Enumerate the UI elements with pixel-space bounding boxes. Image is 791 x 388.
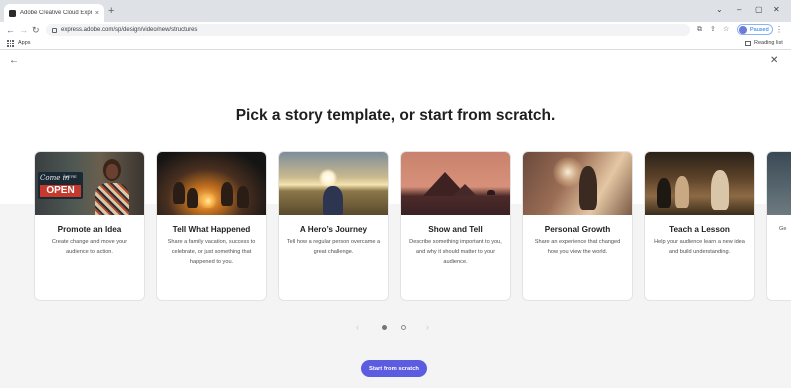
card-image	[767, 152, 791, 215]
hero-figure	[323, 186, 343, 215]
card-image	[157, 152, 266, 215]
card-image	[279, 152, 388, 215]
card-title: Teach a Lesson	[669, 225, 730, 234]
template-card-tell-what-happened[interactable]: Tell What Happened Share a family vacati…	[156, 151, 267, 301]
minimize-icon[interactable]: –	[737, 5, 741, 15]
browser-forward-icon[interactable]: →	[19, 24, 28, 36]
card-image	[523, 152, 632, 215]
carousel-prev-icon[interactable]: ‹	[356, 321, 359, 333]
carousel-dot[interactable]	[401, 325, 406, 330]
woman-figure	[95, 157, 129, 215]
card-title: Personal Growth	[544, 225, 611, 234]
browser-tabstrip: Adobe Creative Cloud Express × + ⌄ – ▢ ✕	[0, 0, 791, 22]
close-icon[interactable]: ✕	[770, 55, 778, 67]
carousel-next-icon[interactable]: ›	[426, 321, 429, 333]
star-icon[interactable]: ☆	[723, 25, 729, 35]
screen-share-icon[interactable]: ⧉	[697, 25, 702, 35]
browser-toolbar: ← → ↻ express.adobe.com/sp/design/video/…	[0, 22, 791, 38]
carousel-pagination: ‹ ›	[356, 321, 432, 333]
campfire	[199, 194, 217, 208]
maximize-icon[interactable]: ▢	[755, 5, 763, 15]
card-description: Share a family vacation, success to cele…	[167, 239, 256, 265]
card-description: Describe something important to you, and…	[409, 239, 502, 265]
page-content: ← ✕ Pick a story template, or start from…	[0, 51, 791, 388]
card-description: Tell how a regular person overcame a gre…	[286, 239, 381, 255]
browser-menu-icon[interactable]: ⋮	[775, 25, 783, 35]
template-card-show-and-tell[interactable]: Show and Tell Describe something importa…	[400, 151, 511, 301]
tab-search-icon[interactable]: ⌄	[716, 5, 723, 15]
template-card-teach-a-lesson[interactable]: Teach a Lesson Help your audience learn …	[644, 151, 755, 301]
browser-back-icon[interactable]: ←	[6, 24, 15, 36]
tab-close-icon[interactable]: ×	[95, 10, 99, 17]
card-title: A Hero’s Journey	[299, 225, 368, 234]
bookmarks-bar: Apps Reading list	[0, 38, 791, 50]
url-text: express.adobe.com/sp/design/video/new/st…	[61, 27, 198, 33]
arrow-left-icon[interactable]: ←	[9, 55, 19, 67]
sun	[319, 169, 337, 187]
window-close-icon[interactable]: ✕	[773, 5, 780, 15]
reading-list-button[interactable]: Reading list	[745, 40, 783, 46]
reload-icon[interactable]: ↻	[32, 24, 40, 36]
lock-icon	[52, 27, 57, 33]
avatar	[739, 25, 747, 34]
template-card-partial[interactable]: Ge	[766, 151, 791, 301]
card-description: Ge	[779, 226, 787, 232]
profile-label: Paused	[750, 26, 769, 33]
card-image	[645, 152, 754, 215]
tab-title: Adobe Creative Cloud Express	[20, 10, 92, 16]
carousel-dot-active[interactable]	[382, 325, 387, 330]
template-card-a-heros-journey[interactable]: A Hero’s Journey Tell how a regular pers…	[278, 151, 389, 301]
reading-list-label: Reading list	[754, 40, 783, 46]
share-icon[interactable]: ⇪	[710, 25, 716, 35]
start-from-scratch-button[interactable]: Start from scratch	[361, 360, 427, 377]
address-bar[interactable]: express.adobe.com/sp/design/video/new/st…	[46, 24, 690, 36]
apps-grid-icon[interactable]	[7, 40, 14, 47]
adobe-favicon-icon	[9, 9, 16, 17]
new-tab-button[interactable]: +	[108, 6, 114, 17]
open-sign: Come in WE'RE OPEN	[38, 172, 83, 199]
apps-bookmark[interactable]: Apps	[18, 40, 31, 46]
template-card-promote-an-idea[interactable]: Come in WE'RE OPEN Promote an Idea Creat…	[34, 151, 145, 301]
browser-tab[interactable]: Adobe Creative Cloud Express ×	[4, 4, 104, 22]
card-description: Share an experience that changed how you…	[534, 239, 621, 255]
card-title: Tell What Happened	[172, 225, 251, 234]
profile-button[interactable]: Paused	[737, 24, 773, 35]
reading-list-icon	[745, 40, 751, 46]
page-title: Pick a story template, or start from scr…	[235, 107, 556, 124]
card-description: Help your audience learn a new idea and …	[654, 239, 745, 255]
card-image	[401, 152, 510, 215]
card-image: Come in WE'RE OPEN	[35, 152, 144, 215]
template-card-personal-growth[interactable]: Personal Growth Share an experience that…	[522, 151, 633, 301]
card-title: Promote an Idea	[57, 225, 122, 234]
card-title: Show and Tell	[428, 225, 483, 234]
camel	[487, 190, 495, 195]
card-description: Create change and move your audience to …	[51, 239, 128, 255]
